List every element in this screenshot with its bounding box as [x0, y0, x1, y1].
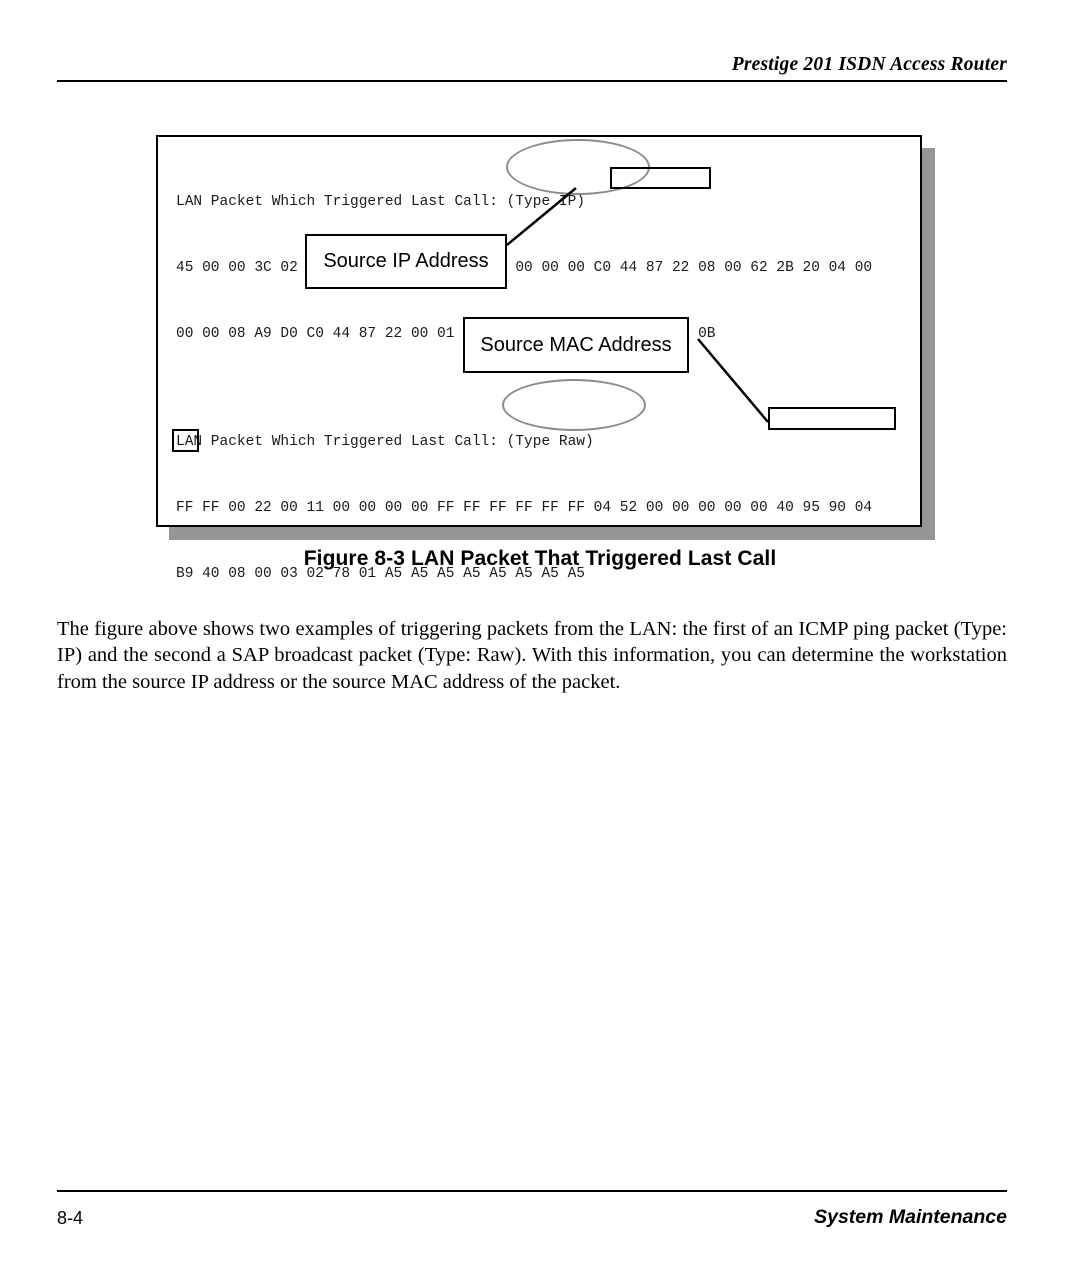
callout-source-ip-address: Source IP Address [305, 234, 507, 289]
callout-source-ip-label: Source IP Address [323, 250, 489, 272]
packet2-hex-line-1: FF FF 00 22 00 11 00 00 00 00 FF FF FF F… [176, 500, 873, 516]
figure-frame: LAN Packet Which Triggered Last Call: (T… [156, 135, 922, 582]
figure-caption: Figure 8-3 LAN Packet That Triggered Las… [303, 547, 777, 570]
packet2-title-line: LAN Packet Which Triggered Last Call: (T… [176, 434, 594, 450]
page-header: Prestige 201 ISDN Access Router [57, 48, 1007, 82]
callout-source-mac-address: Source MAC Address [463, 317, 689, 373]
packet1-title-line: LAN Packet Which Triggered Last Call: (T… [176, 194, 585, 210]
packet-listing-type-raw: LAN Packet Which Triggered Last Call: (T… [176, 387, 872, 629]
body-paragraph: The figure above shows two examples of t… [57, 617, 1007, 693]
page-footer: 8-4 System Maintenance [57, 1190, 1007, 1240]
footer-section-title: System Maintenance [814, 1206, 1007, 1228]
header-title: Prestige 201 ISDN Access Router [731, 54, 1007, 75]
packet1-hex-line-1: 45 00 00 3C 02 12 00 00 3B 01 36 49 00 0… [176, 260, 873, 276]
footer-page-number: 8-4 [57, 1208, 84, 1228]
callout-source-mac-label: Source MAC Address [480, 333, 672, 356]
figure-8-3: LAN Packet Which Triggered Last Call: (T… [156, 135, 936, 582]
